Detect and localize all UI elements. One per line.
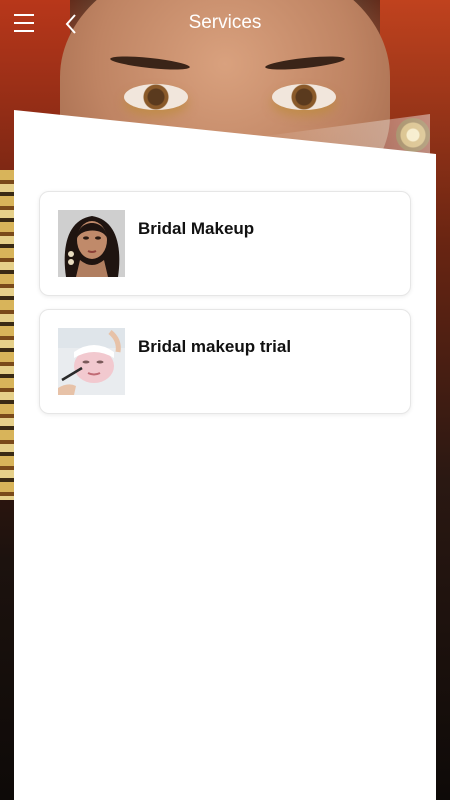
- bridal-makeup-thumbnail: [58, 210, 125, 277]
- bridal-makeup-photo: [58, 210, 125, 277]
- facial-treatment-photo: [58, 328, 125, 395]
- bridal-makeup-trial-thumbnail: [58, 328, 125, 395]
- services-list: Bridal Makeup Bridal makeup trial: [39, 191, 411, 427]
- service-label: Bridal makeup trial: [138, 337, 292, 356]
- app-header: Services: [0, 0, 450, 48]
- service-card-bridal-makeup-trial[interactable]: Bridal makeup trial: [39, 309, 411, 414]
- background-jewelry: [0, 170, 14, 500]
- service-card-bridal-makeup[interactable]: Bridal Makeup: [39, 191, 411, 296]
- background-eye-left: [124, 84, 188, 110]
- service-label: Bridal Makeup: [138, 219, 255, 238]
- background-eye-right: [272, 84, 336, 110]
- page-title: Services: [188, 12, 262, 33]
